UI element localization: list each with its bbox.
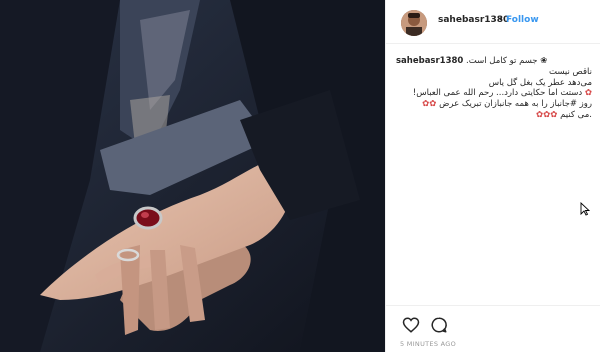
caption-line-3: می‌دهد عطر یک بغل گل یاس bbox=[488, 77, 592, 88]
caption-line-1: .جسم تو کامل است bbox=[466, 56, 538, 66]
follow-button[interactable]: Follow bbox=[506, 15, 539, 25]
caption-line-5: روز #جانباز را به همه جانبازان تبریک عرض bbox=[439, 99, 592, 110]
post-caption: sahebasr1380 .جسم تو کامل است ❀ ناقص نیس… bbox=[396, 56, 592, 121]
caption-username[interactable]: sahebasr1380 bbox=[396, 56, 463, 66]
heart-icon[interactable] bbox=[402, 316, 420, 334]
rose-icon: ✿✿✿ bbox=[536, 109, 558, 120]
caption-line-2: ناقص نیست bbox=[549, 66, 592, 77]
comment-icon[interactable] bbox=[430, 316, 448, 334]
caption-line-4: دستت اما حکایتی دارد... رحم الله عمی الع… bbox=[412, 88, 583, 99]
post-details-panel: sahebasr1380 • Follow sahebasr1380 .جسم … bbox=[385, 0, 600, 352]
header-separator: • bbox=[498, 15, 504, 25]
caption-line-6: .می کنیم bbox=[560, 109, 592, 120]
post-header: sahebasr1380 • Follow bbox=[386, 0, 600, 44]
flower-icon: ❀ bbox=[540, 56, 548, 66]
post-photo[interactable] bbox=[0, 0, 385, 352]
post-timestamp: 5 MINUTES AGO bbox=[400, 340, 457, 348]
cursor-icon bbox=[580, 202, 590, 216]
user-avatar[interactable] bbox=[401, 10, 427, 36]
rose-icon: ✿ bbox=[584, 88, 592, 99]
photo-hands-with-ring bbox=[0, 0, 385, 352]
rose-icon: ✿✿ bbox=[422, 99, 437, 110]
